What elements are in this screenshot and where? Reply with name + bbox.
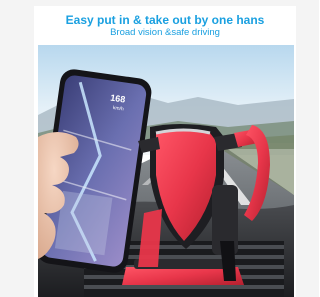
product-photo: 168 km/h — [38, 45, 294, 297]
banner-headline: Easy put in & take out by one hans — [65, 13, 265, 27]
banner-subline: Broad vision &safe driving — [110, 27, 220, 38]
car-phone-mount-illustration: 168 km/h — [38, 45, 294, 297]
product-card: Easy put in & take out by one hans Broad… — [0, 0, 319, 297]
speed-readout: 168 — [110, 93, 126, 105]
product-banner: Easy put in & take out by one hans Broad… — [34, 6, 296, 297]
